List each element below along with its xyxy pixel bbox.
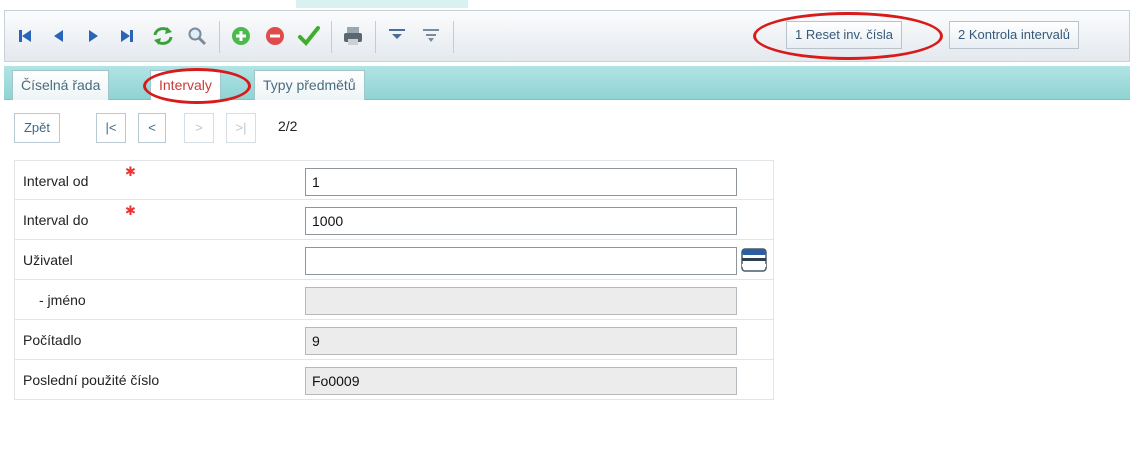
refresh-icon[interactable] — [149, 23, 177, 49]
reset-inv-cisla-button[interactable]: 1 Reset inv. čísla — [786, 21, 903, 49]
pocitadlo-label: Počítadlo — [23, 332, 82, 348]
jmeno-label: - jméno — [39, 292, 86, 308]
tab-bar: Číselná řada Intervaly Typy předmětů — [4, 66, 1130, 100]
required-marker-icon: ✱ — [125, 164, 136, 179]
jmeno-field — [305, 287, 737, 315]
required-marker-icon: ✱ — [125, 203, 136, 218]
first-page-button[interactable]: |< — [96, 113, 126, 143]
form-row: Interval do ✱ — [14, 200, 774, 240]
filter-icon[interactable] — [383, 23, 411, 49]
interval-od-label: Interval od ✱ — [23, 164, 136, 189]
search-icon[interactable] — [183, 23, 211, 49]
interval-do-field[interactable] — [305, 207, 737, 235]
last-record-icon[interactable] — [113, 23, 141, 49]
prev-record-icon[interactable] — [45, 23, 73, 49]
lookup-icon[interactable] — [741, 247, 767, 273]
tab-intervaly[interactable]: Intervaly — [150, 70, 221, 100]
toolbar: 1 Reset inv. čísla 2 Kontrola intervalů — [4, 10, 1130, 62]
interval-od-field[interactable] — [305, 168, 737, 196]
form-row: Poslední použité číslo — [14, 360, 774, 400]
interval-do-label: Interval do ✱ — [23, 203, 136, 228]
top-strip — [0, 0, 1134, 8]
tab-ciselna-rada[interactable]: Číselná řada — [12, 70, 110, 100]
tab-typy-predmetu[interactable]: Typy předmětů — [254, 70, 365, 100]
page-counter: 2/2 — [278, 118, 298, 134]
form-row: - jméno — [14, 280, 774, 320]
filter-clear-icon[interactable] — [417, 23, 445, 49]
form-row: Interval od ✱ — [14, 160, 774, 200]
form-row: Počítadlo — [14, 320, 774, 360]
last-page-button[interactable]: >| — [226, 113, 256, 143]
prev-page-button[interactable]: < — [138, 113, 166, 143]
posledni-cislo-field — [305, 367, 737, 395]
uzivatel-field[interactable] — [305, 247, 737, 275]
next-record-icon[interactable] — [79, 23, 107, 49]
delete-icon[interactable] — [261, 23, 289, 49]
form-row: Uživatel — [14, 240, 774, 280]
next-page-button[interactable]: > — [184, 113, 214, 143]
kontrola-intervalu-button[interactable]: 2 Kontrola intervalů — [949, 21, 1080, 49]
pocitadlo-field — [305, 327, 737, 355]
back-button[interactable]: Zpět — [14, 113, 60, 143]
add-icon[interactable] — [227, 23, 255, 49]
posledni-cislo-label: Poslední použité číslo — [23, 372, 160, 388]
print-icon[interactable] — [339, 23, 367, 49]
confirm-icon[interactable] — [295, 23, 323, 49]
first-record-icon[interactable] — [11, 23, 39, 49]
uzivatel-label: Uživatel — [23, 252, 73, 268]
